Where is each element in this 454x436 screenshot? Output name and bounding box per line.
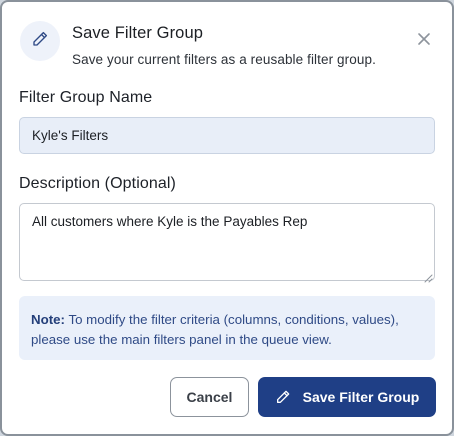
cancel-button[interactable]: Cancel	[170, 377, 249, 417]
save-filter-group-label: Save Filter Group	[302, 389, 420, 405]
resize-grip-icon[interactable]	[424, 270, 433, 283]
save-filter-group-dialog: Save Filter Group Save your current filt…	[0, 0, 454, 436]
description-textarea[interactable]: All customers where Kyle is the Payables…	[19, 203, 435, 281]
note-text: To modify the filter criteria (columns, …	[31, 312, 399, 347]
pencil-icon	[275, 389, 291, 405]
note-box: Note: To modify the filter criteria (col…	[19, 296, 435, 360]
dialog-subtitle: Save your current filters as a reusable …	[72, 52, 376, 67]
description-label: Description (Optional)	[19, 175, 176, 192]
close-button[interactable]	[416, 32, 432, 51]
close-icon	[417, 32, 431, 51]
pencil-icon	[31, 30, 49, 53]
save-filter-group-button[interactable]: Save Filter Group	[258, 377, 436, 417]
filter-group-name-input[interactable]	[19, 117, 435, 154]
header-icon-badge	[20, 21, 60, 61]
note-prefix: Note:	[31, 312, 65, 327]
dialog-title: Save Filter Group	[72, 24, 204, 42]
filter-group-name-label: Filter Group Name	[19, 89, 153, 106]
